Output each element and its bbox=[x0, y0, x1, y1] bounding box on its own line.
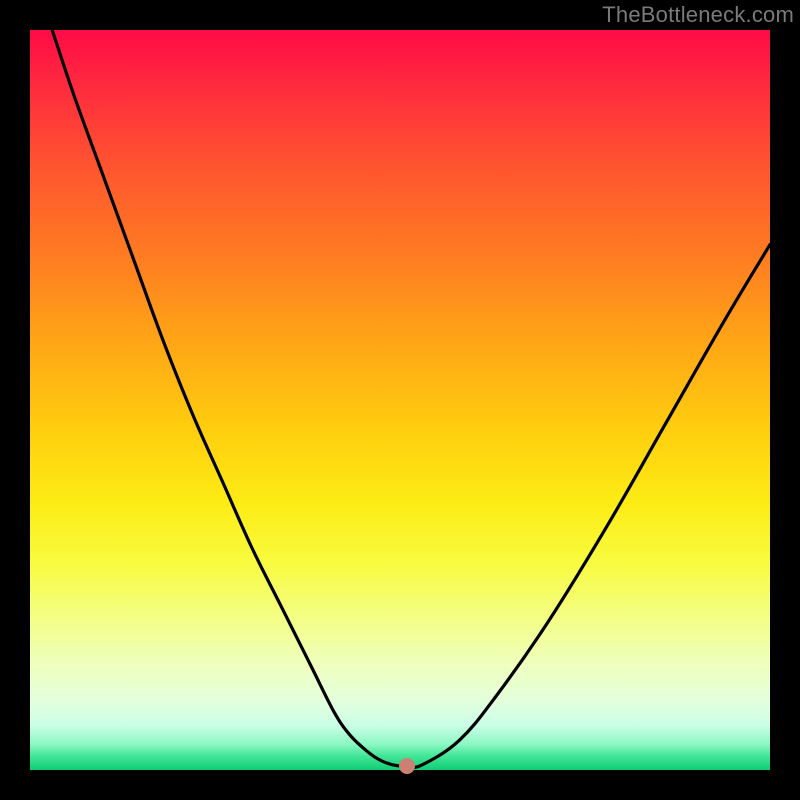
watermark-text: TheBottleneck.com bbox=[602, 2, 794, 28]
plot-area bbox=[30, 30, 770, 770]
optimum-marker-dot bbox=[399, 758, 415, 774]
chart-frame: TheBottleneck.com bbox=[0, 0, 800, 800]
bottleneck-curve bbox=[30, 30, 770, 770]
